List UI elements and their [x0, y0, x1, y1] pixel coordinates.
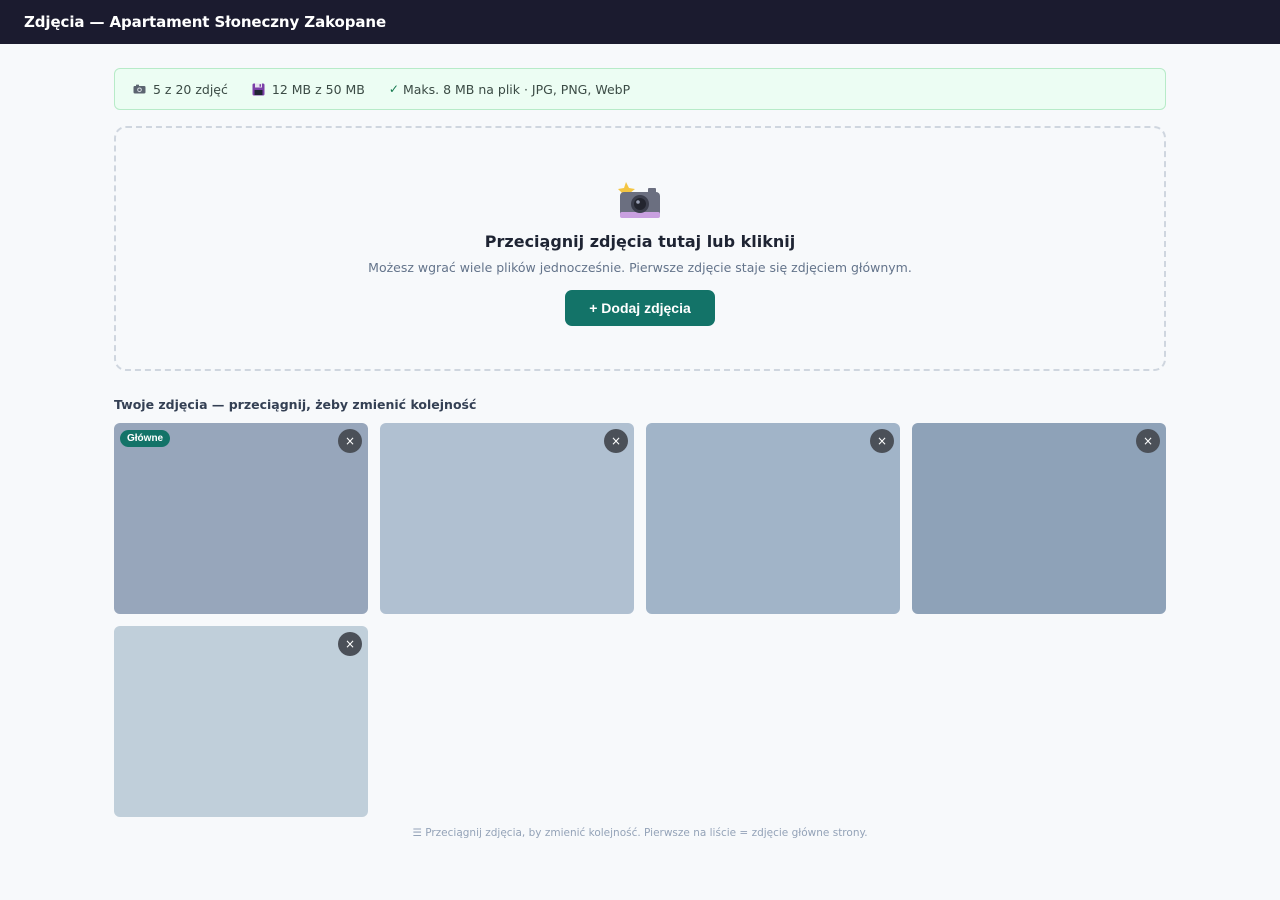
limits-info: ✓ Maks. 8 MB na plik · JPG, PNG, WebP	[389, 82, 630, 97]
limits-text: Maks. 8 MB na plik · JPG, PNG, WebP	[402, 81, 631, 97]
dropzone-subtitle: Możesz wgrać wiele plików jednocześnie. …	[368, 260, 912, 275]
checkmark-icon: ✓	[388, 82, 399, 96]
camera-with-flash-icon	[618, 180, 662, 220]
photo-grid: Główne × × × × ×	[114, 423, 1166, 817]
top-bar: Zdjęcia — Apartament Słoneczny Zakopane	[0, 0, 1280, 44]
photo-tile[interactable]: ×	[114, 626, 368, 817]
remove-photo-button[interactable]: ×	[338, 632, 362, 656]
reorder-hint: ☰ Przeciągnij zdjęcia, by zmienić kolejn…	[412, 827, 868, 839]
remove-photo-button[interactable]: ×	[870, 429, 894, 453]
add-photos-button[interactable]: + Dodaj zdjęcia	[565, 290, 715, 326]
floppy-disk-icon	[252, 83, 265, 96]
camera-icon	[133, 84, 146, 94]
photos-count-text: 5 z 20 zdjęć	[153, 81, 228, 97]
remove-photo-button[interactable]: ×	[1136, 429, 1160, 453]
photo-tile[interactable]: Główne ×	[114, 423, 368, 614]
remove-photo-button[interactable]: ×	[338, 429, 362, 453]
photo-tile[interactable]: ×	[380, 423, 634, 614]
upload-limits-bar: 5 z 20 zdjęć 12 MB z 50 MB ✓ Maks. 8 MB …	[114, 68, 1166, 110]
photo-tile[interactable]: ×	[912, 423, 1166, 614]
storage-text: 12 MB z 50 MB	[271, 81, 365, 97]
photos-count-info: 5 z 20 zdjęć	[133, 82, 228, 97]
gallery-label: Twoje zdjęcia — przeciągnij, żeby zmieni…	[114, 397, 477, 412]
dropzone-title: Przeciągnij zdjęcia tutaj lub kliknij	[484, 232, 796, 251]
page-title: Zdjęcia — Apartament Słoneczny Zakopane	[24, 13, 387, 31]
remove-photo-button[interactable]: ×	[604, 429, 628, 453]
photo-tile[interactable]: ×	[646, 423, 900, 614]
photo-dropzone[interactable]: Przeciągnij zdjęcia tutaj lub kliknij Mo…	[114, 126, 1166, 371]
storage-info: 12 MB z 50 MB	[252, 82, 365, 97]
main-photo-badge: Główne	[120, 430, 171, 447]
main-content: 5 z 20 zdjęć 12 MB z 50 MB ✓ Maks. 8 MB …	[114, 44, 1166, 839]
